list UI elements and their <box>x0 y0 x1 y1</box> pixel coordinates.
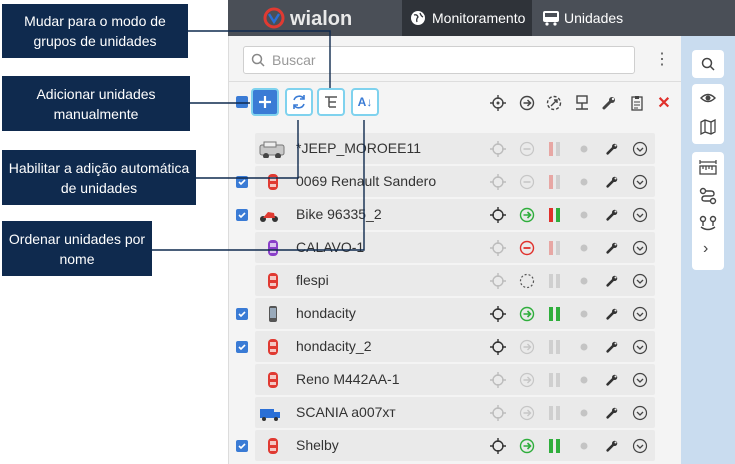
callout-add-units: Adicionar unidades manualmente <box>2 76 190 131</box>
callout-sort-by-name: Ordenar unidades por nome <box>2 221 152 276</box>
callout-auto-add: Habilitar a adição automática de unidade… <box>2 150 196 205</box>
callout-group-mode: Mudar para o modo de grupos de unidades <box>2 4 188 58</box>
